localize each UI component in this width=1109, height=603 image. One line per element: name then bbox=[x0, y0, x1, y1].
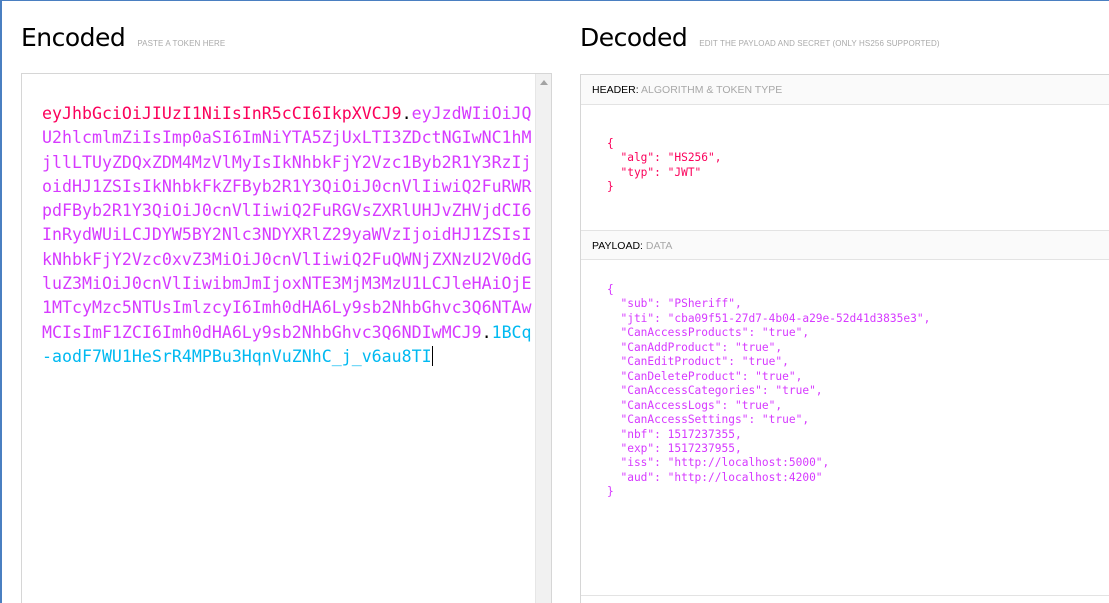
page-frame: Encoded PASTE A TOKEN HERE Decoded EDIT … bbox=[0, 0, 1109, 603]
token-payload-part: eyJzdWIiOiJQU2hlcmlmZiIsImp0aSI6ImNiYTA5… bbox=[42, 104, 532, 342]
header-section-title: HEADER: ALGORITHM & TOKEN TYPE bbox=[581, 75, 1109, 105]
scroll-up-arrow-icon[interactable] bbox=[540, 80, 548, 85]
encoded-token-textarea[interactable]: eyJhbGciOiJIUzI1NiIsInR5cCI6IkpXVCJ9.eyJ… bbox=[21, 73, 552, 603]
payload-label: PAYLOAD: bbox=[592, 240, 643, 252]
payload-section-title: PAYLOAD: DATA bbox=[581, 230, 1109, 260]
text-cursor bbox=[431, 345, 433, 366]
header-sublabel: ALGORITHM & TOKEN TYPE bbox=[641, 84, 783, 96]
encoded-heading: Encoded PASTE A TOKEN HERE bbox=[21, 23, 225, 52]
header-json-editor[interactable]: { "alg": "HS256", "typ": "JWT" } bbox=[607, 137, 722, 195]
encoded-hint: PASTE A TOKEN HERE bbox=[137, 39, 226, 48]
vertical-scrollbar[interactable] bbox=[535, 74, 551, 603]
payload-sublabel: DATA bbox=[645, 240, 673, 252]
token-text[interactable]: eyJhbGciOiJIUzI1NiIsInR5cCI6IkpXVCJ9.eyJ… bbox=[42, 102, 532, 369]
decoded-panel: HEADER: ALGORITHM & TOKEN TYPE { "alg": … bbox=[580, 74, 1109, 603]
token-dot: . bbox=[481, 322, 492, 342]
decoded-title: Decoded bbox=[580, 23, 688, 52]
token-header-part: eyJhbGciOiJIUzI1NiIsInR5cCI6IkpXVCJ9 bbox=[42, 104, 402, 123]
header-label: HEADER: bbox=[592, 84, 639, 96]
encoded-title: Encoded bbox=[21, 23, 126, 52]
decoded-heading: Decoded EDIT THE PAYLOAD AND SECRET (ONL… bbox=[580, 23, 940, 52]
payload-json-editor[interactable]: { "sub": "PSheriff", "jti": "cba09f51-27… bbox=[607, 283, 930, 500]
decoded-hint: EDIT THE PAYLOAD AND SECRET (ONLY HS256 … bbox=[699, 39, 940, 48]
section-divider bbox=[581, 595, 1109, 596]
token-dot: . bbox=[401, 104, 412, 123]
